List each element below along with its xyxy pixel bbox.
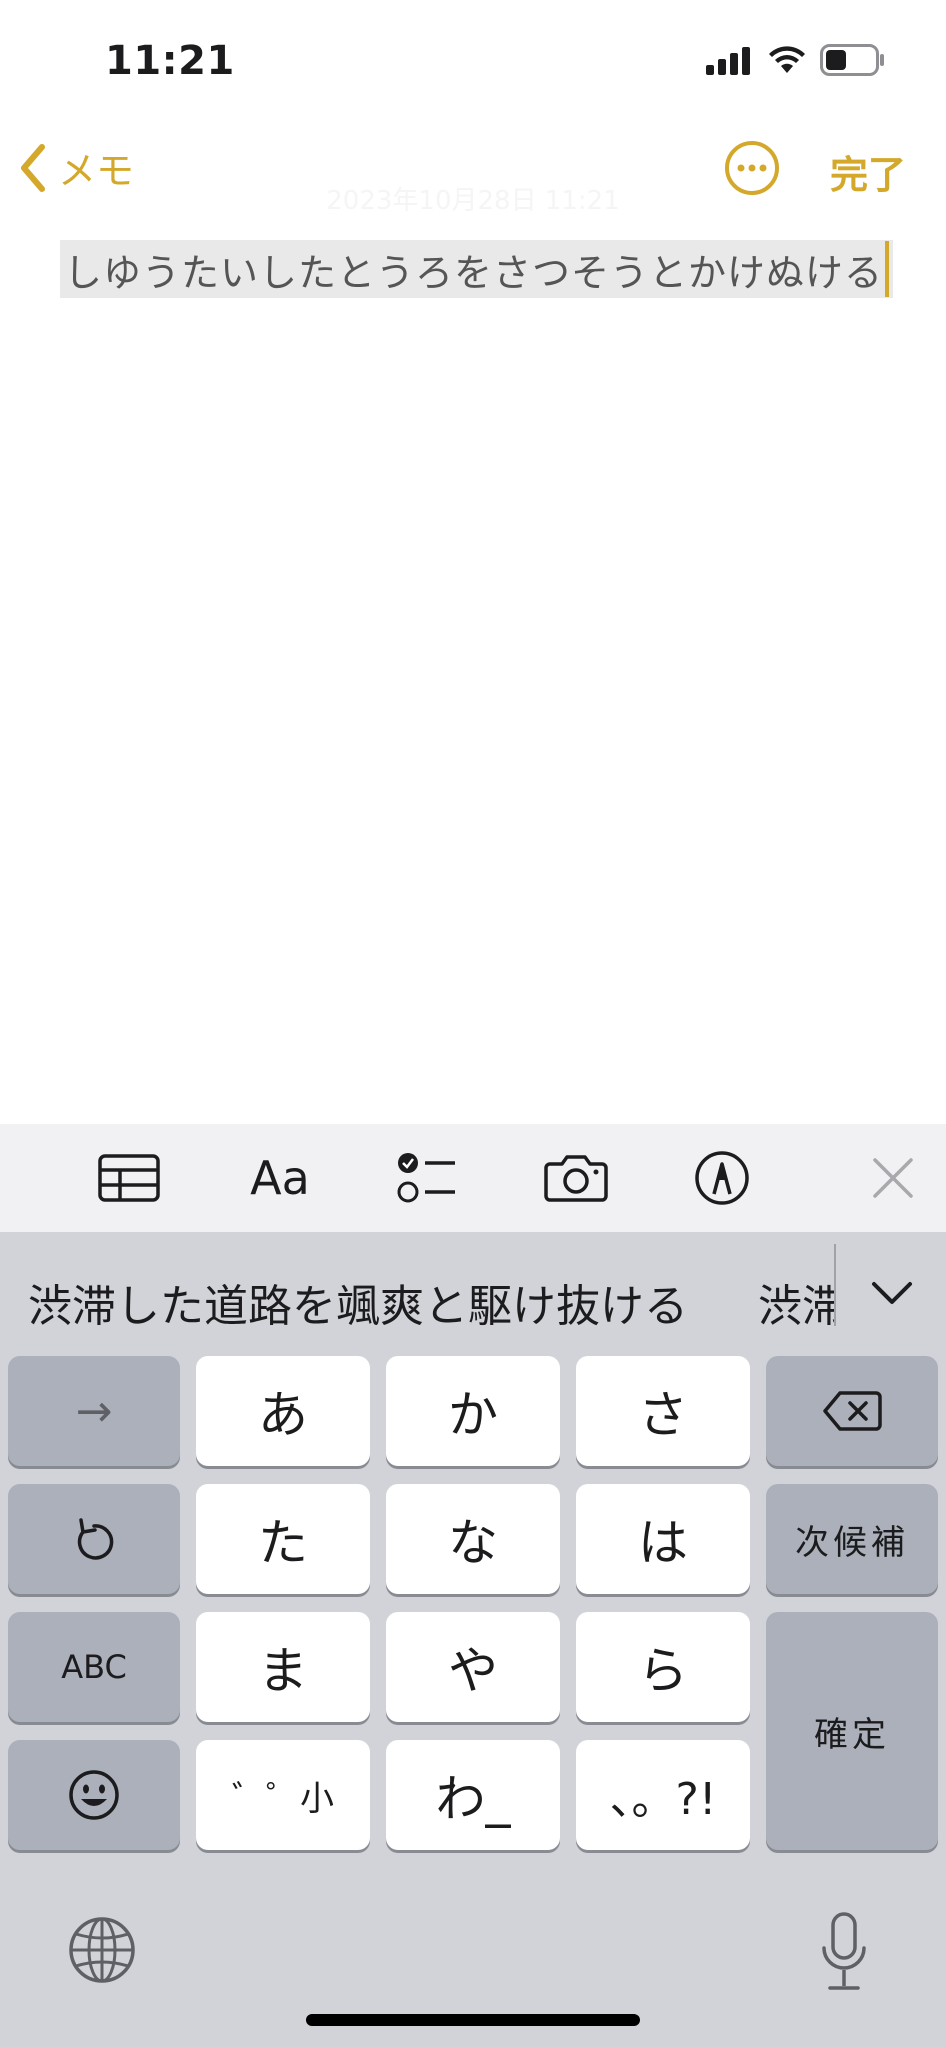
- status-time: 11:21: [105, 38, 235, 84]
- checklist-button[interactable]: [396, 1148, 458, 1208]
- key-a[interactable]: あ: [196, 1356, 370, 1466]
- key-ma[interactable]: ま: [196, 1612, 370, 1722]
- key-ta[interactable]: た: [196, 1484, 370, 1594]
- text-caret: [885, 241, 890, 297]
- table-button[interactable]: [94, 1148, 164, 1208]
- close-toolbar-button[interactable]: [866, 1148, 920, 1208]
- key-sa-label: さ: [638, 1386, 688, 1444]
- candidate-secondary[interactable]: 渋滞: [758, 1270, 836, 1334]
- arrow-right-icon: →: [75, 1385, 113, 1437]
- battery-icon: [820, 44, 884, 76]
- key-arrow[interactable]: →: [8, 1356, 180, 1466]
- key-ka[interactable]: か: [386, 1356, 560, 1466]
- candidate-primary[interactable]: 渋滞した道路を颯爽と駆け抜ける: [28, 1270, 688, 1334]
- candidate-divider: [834, 1244, 836, 1326]
- key-ya[interactable]: や: [386, 1612, 560, 1722]
- key-confirm-label: 確定: [814, 1714, 890, 1755]
- home-indicator[interactable]: [306, 2014, 640, 2026]
- key-next-candidate[interactable]: 次候補: [766, 1484, 938, 1594]
- key-confirm[interactable]: 確定: [766, 1612, 938, 1850]
- camera-icon: [544, 1155, 608, 1202]
- status-icons: [706, 44, 886, 76]
- chevron-down-icon[interactable]: [866, 1274, 918, 1314]
- note-marked-text: しゆうたいしたとうろをさつそうとかけぬける: [64, 250, 884, 295]
- note-date: 2023年10月28日 11:21: [326, 186, 620, 216]
- text-format-button[interactable]: Aa: [240, 1148, 320, 1208]
- key-dakuten-label: ゛゜小: [232, 1778, 334, 1819]
- format-toolbar: Aa: [0, 1124, 946, 1232]
- key-ta-label: た: [258, 1514, 308, 1572]
- key-delete[interactable]: [766, 1356, 938, 1466]
- globe-icon[interactable]: [68, 1916, 136, 1984]
- key-wa-label: わ_: [435, 1770, 511, 1828]
- key-ra[interactable]: ら: [576, 1612, 750, 1722]
- cellular-signal-icon: [706, 47, 750, 75]
- key-abc[interactable]: ABC: [8, 1612, 180, 1722]
- key-next-candidate-label: 次候補: [795, 1522, 909, 1563]
- table-icon: [98, 1154, 160, 1202]
- text-format-icon: Aa: [250, 1151, 310, 1205]
- key-na-label: な: [448, 1514, 498, 1572]
- note-text-field[interactable]: しゆうたいしたとうろをさつそうとかけぬける: [60, 240, 894, 298]
- key-ya-label: や: [448, 1642, 498, 1700]
- key-ha-label: は: [638, 1514, 688, 1572]
- camera-button[interactable]: [544, 1148, 608, 1208]
- close-icon: [873, 1158, 913, 1198]
- key-wa[interactable]: わ_: [386, 1740, 560, 1850]
- emoji-icon: [69, 1770, 119, 1820]
- key-ha[interactable]: は: [576, 1484, 750, 1594]
- key-dakuten[interactable]: ゛゜小: [196, 1740, 370, 1850]
- key-punctuation-label: 、。?!: [609, 1774, 717, 1825]
- key-sa[interactable]: さ: [576, 1356, 750, 1466]
- wifi-icon: [769, 46, 805, 73]
- markup-pen-icon: [695, 1151, 749, 1205]
- microphone-icon[interactable]: [818, 1912, 870, 1992]
- candidate-bar: 渋滞した道路を颯爽と駆け抜ける 渋滞: [0, 1232, 946, 1352]
- key-a-label: あ: [258, 1386, 308, 1444]
- delete-icon: [823, 1391, 882, 1431]
- key-ma-label: ま: [258, 1642, 308, 1700]
- undo-icon: [77, 1518, 114, 1560]
- key-emoji[interactable]: [8, 1740, 180, 1850]
- key-undo[interactable]: [8, 1484, 180, 1594]
- japanese-keyboard: 渋滞した道路を颯爽と駆け抜ける 渋滞 → あ か さ た な は 次候補 ABC…: [0, 1232, 946, 2047]
- markup-button[interactable]: [694, 1148, 750, 1208]
- key-ra-label: ら: [638, 1642, 688, 1700]
- key-punctuation[interactable]: 、。?!: [576, 1740, 750, 1850]
- checklist-icon: [397, 1153, 455, 1203]
- key-ka-label: か: [448, 1386, 498, 1444]
- key-abc-label: ABC: [61, 1648, 127, 1686]
- key-na[interactable]: な: [386, 1484, 560, 1594]
